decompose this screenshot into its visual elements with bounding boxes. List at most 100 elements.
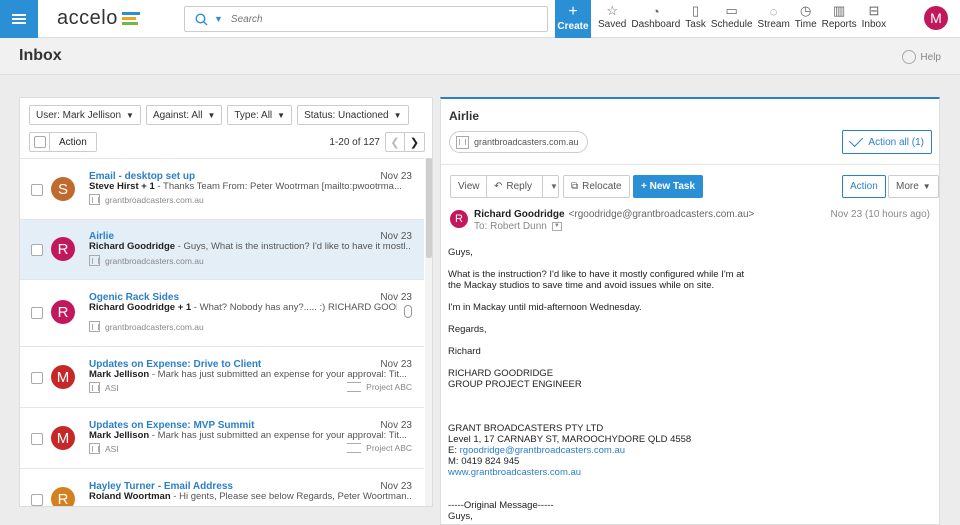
against-tag[interactable]: grantbroadcasters.com.au — [449, 131, 588, 153]
create-button[interactable]: + Create — [555, 0, 591, 38]
chevron-down-icon: ▼ — [922, 182, 931, 191]
help-link[interactable]: Help — [902, 50, 941, 64]
avatar: S — [51, 177, 75, 201]
attachment-icon — [404, 305, 412, 318]
nav-stream[interactable]: ◌ Stream — [758, 3, 790, 31]
avatar: R — [51, 237, 75, 261]
detail-title: Airlie — [449, 109, 480, 123]
message-against[interactable]: grantbroadcasters.com.au — [89, 194, 204, 205]
message-from: Mark Jellison - Mark has just submitted … — [89, 430, 407, 441]
top-bar: accelo ▼ + Create ☆Saved ◔Dashboard ▯Tas… — [0, 0, 960, 38]
search-scope-dropdown-icon[interactable]: ▼ — [214, 14, 223, 24]
search-box[interactable]: ▼ — [184, 6, 548, 32]
message-against[interactable]: ASI — [89, 443, 119, 454]
select-all-checkbox[interactable] — [30, 133, 50, 151]
row-checkbox[interactable] — [31, 372, 43, 384]
message-project[interactable]: Project ABC — [347, 443, 412, 453]
email-link[interactable]: rgoodridge@grantbroadcasters.com.au — [460, 445, 625, 456]
message-recipients: To: Robert Dunn ▼ — [474, 221, 562, 232]
nav-schedule[interactable]: ▭ Schedule — [711, 3, 753, 30]
message-against[interactable]: ASI — [89, 382, 119, 393]
page-header: Inbox Help — [0, 38, 960, 75]
row-checkbox[interactable] — [31, 184, 43, 196]
more-button[interactable]: More ▼ — [888, 175, 939, 198]
building-icon — [89, 194, 100, 205]
filter-type[interactable]: Type: All ▼ — [227, 105, 293, 125]
message-body: Guys, What is the instruction? I'd like … — [448, 247, 745, 522]
message-list: S Email - desktop set up Nov 23 Steve Hi… — [20, 158, 424, 506]
search-input[interactable] — [230, 13, 511, 25]
calendar-icon: ▭ — [725, 3, 738, 18]
new-task-button[interactable]: + New Task — [633, 175, 704, 198]
view-button[interactable]: View — [450, 175, 488, 198]
accelo-logo[interactable]: accelo — [57, 7, 140, 30]
list-item[interactable]: M Updates on Expense: Drive to Client No… — [20, 346, 424, 407]
list-item[interactable]: M Updates on Expense: MVP Summit Nov 23 … — [20, 407, 424, 468]
filter-status[interactable]: Status: Unactioned ▼ — [297, 105, 409, 125]
chevron-down-icon: ▼ — [277, 110, 286, 120]
page-title: Inbox — [19, 47, 62, 64]
message-project[interactable]: Project ABC — [347, 382, 412, 392]
relocate-button[interactable]: ⧉ Relocate — [563, 175, 630, 198]
plus-icon: + — [568, 3, 578, 20]
nav-saved[interactable]: ☆ Saved — [598, 3, 626, 30]
chevron-down-icon: ▼ — [207, 110, 216, 120]
avatar: R — [51, 300, 75, 324]
expand-recipients-icon[interactable]: ▼ — [551, 222, 562, 231]
message-against[interactable]: grantbroadcasters.com.au — [89, 255, 204, 266]
pagination: 1-20 of 127 ❮ ❯ — [329, 132, 425, 152]
clock-icon: ◷ — [800, 3, 812, 18]
nav-time[interactable]: ◷ Time — [795, 3, 817, 30]
list-item[interactable]: R Airlie Nov 23 Richard Goodridge - Guys… — [20, 219, 424, 279]
check-icon — [849, 132, 864, 148]
message-sender: Richard Goodridge <rgoodridge@grantbroadc… — [474, 209, 755, 220]
filter-bar: User: Mark Jellison ▼ Against: All ▼ Type:… — [29, 105, 414, 125]
help-icon — [902, 50, 917, 64]
message-date: Nov 23 (10 hours ago) — [830, 209, 930, 220]
chevron-down-icon[interactable]: ▼ — [541, 176, 558, 197]
message-list-panel: User: Mark Jellison ▼ Against: All ▼ Type:… — [19, 97, 433, 507]
user-avatar[interactable]: M — [924, 6, 948, 30]
inbox-icon: ⊟ — [868, 3, 880, 18]
avatar: M — [51, 365, 75, 389]
building-icon — [89, 321, 100, 332]
sender-avatar: R — [450, 210, 468, 228]
action-button[interactable]: Action — [842, 175, 886, 198]
project-icon — [347, 382, 362, 392]
nav-reports[interactable]: ▥ Reports — [822, 3, 857, 30]
row-checkbox[interactable] — [31, 244, 43, 256]
row-checkbox[interactable] — [31, 494, 43, 506]
list-scrollbar[interactable] — [425, 158, 432, 506]
project-icon — [347, 443, 362, 453]
chevron-down-icon: ▼ — [393, 110, 402, 120]
nav-inbox[interactable]: ⊟ Inbox — [862, 3, 886, 30]
reply-button[interactable]: ↶ Reply ▼ — [486, 175, 559, 198]
hamburger-menu-button[interactable] — [0, 0, 38, 38]
action-all-button[interactable]: Action all (1) — [842, 130, 932, 154]
row-checkbox[interactable] — [31, 433, 43, 445]
message-detail-panel: Airlie grantbroadcasters.com.au Action a… — [440, 97, 940, 525]
divider — [441, 164, 939, 165]
message-against[interactable]: grantbroadcasters.com.au — [89, 321, 204, 332]
main-nav: ☆ Saved ◔ Dashboard ▯ Task ▭ Schedule ◌ Strea… — [598, 3, 891, 30]
reply-icon: ↶ — [494, 181, 503, 192]
list-item[interactable]: R Ogenic Rack Sides Nov 23 Richard Goodr… — [20, 279, 424, 346]
next-page-button[interactable]: ❯ — [405, 132, 425, 152]
message-from: Richard Goodridge - Guys, What is the in… — [89, 241, 411, 252]
prev-page-button[interactable]: ❮ — [385, 132, 405, 152]
filter-against[interactable]: Against: All ▼ — [145, 105, 223, 125]
filter-user[interactable]: User: Mark Jellison ▼ — [29, 105, 141, 125]
message-from: Roland Woortman - Hi gents, Please see b… — [89, 491, 411, 502]
list-item[interactable]: S Email - desktop set up Nov 23 Steve Hi… — [20, 158, 424, 219]
chevron-down-icon: ▼ — [126, 110, 134, 120]
row-checkbox[interactable] — [31, 307, 43, 319]
website-link[interactable]: www.grantbroadcasters.com.au — [448, 467, 581, 478]
nav-task[interactable]: ▯ Task — [685, 3, 706, 30]
list-item[interactable]: R Hayley Turner - Email Address Nov 23 R… — [20, 468, 424, 506]
list-action-row: Action 1-20 of 127 ❮ ❯ — [29, 132, 425, 154]
building-icon — [89, 443, 100, 454]
nav-dashboard[interactable]: ◔ Dashboard — [631, 3, 680, 31]
bulk-action-button[interactable]: Action — [50, 137, 96, 148]
message-from: Mark Jellison - Mark has just submitted … — [89, 369, 407, 380]
building-icon — [89, 255, 100, 266]
